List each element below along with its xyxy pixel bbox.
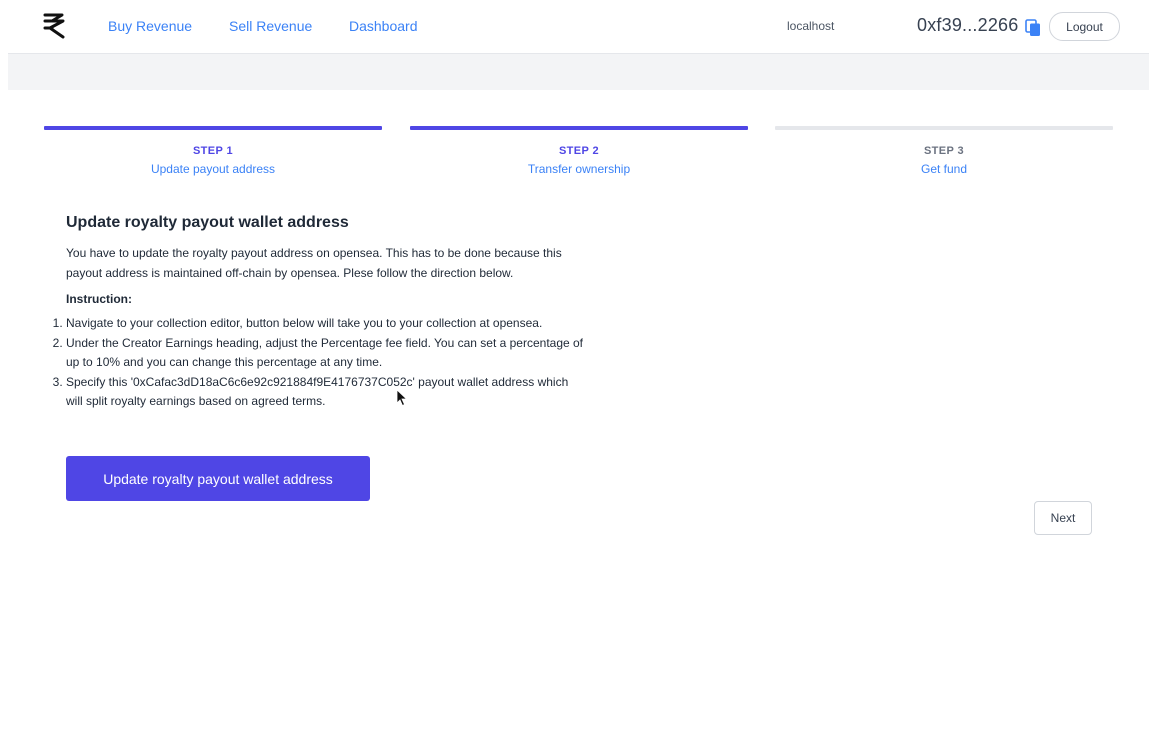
nav-sell-revenue[interactable]: Sell Revenue xyxy=(229,18,312,34)
step-1-title: Update payout address xyxy=(150,162,276,176)
instruction-item: Under the Creator Earnings heading, adju… xyxy=(66,334,586,373)
step-1-progress-bar xyxy=(44,126,382,130)
step-3-progress-bar xyxy=(775,126,1113,130)
step-2-number: STEP 2 xyxy=(558,145,600,157)
section-heading: Update royalty payout wallet address xyxy=(66,214,349,231)
step-1-number: STEP 1 xyxy=(192,145,234,157)
copy-icon[interactable] xyxy=(1025,19,1041,37)
instruction-list: Navigate to your collection editor, butt… xyxy=(52,314,586,412)
step-3[interactable]: STEP 3 Get fund xyxy=(775,126,1113,176)
nav-dashboard[interactable]: Dashboard xyxy=(349,18,418,34)
update-payout-address-button[interactable]: Update royalty payout wallet address xyxy=(66,456,370,501)
instruction-item: Navigate to your collection editor, butt… xyxy=(66,314,586,334)
logout-button[interactable]: Logout xyxy=(1049,12,1120,41)
step-2-progress-bar xyxy=(410,126,748,130)
wallet-address: 0xf39...2266 xyxy=(917,15,1019,35)
next-button[interactable]: Next xyxy=(1034,501,1092,535)
brand-logo-icon[interactable] xyxy=(42,12,68,40)
step-2[interactable]: STEP 2 Transfer ownership xyxy=(410,126,748,176)
nav-buy-revenue[interactable]: Buy Revenue xyxy=(108,18,192,34)
step-3-number: STEP 3 xyxy=(923,145,965,157)
instruction-item: Specify this '0xCafac3dD18aC6c6e92c92188… xyxy=(66,373,586,412)
step-2-title: Transfer ownership xyxy=(527,162,631,176)
step-3-title: Get fund xyxy=(920,162,968,176)
instruction-label: Instruction: xyxy=(66,292,132,306)
app-background: Buy Revenue Sell Revenue Dashboard local… xyxy=(8,0,1149,558)
wizard-card: STEP 1 Update payout address STEP 2 Tran… xyxy=(8,90,1149,558)
section-description: You have to update the royalty payout ad… xyxy=(66,246,562,280)
step-content: Update royalty payout wallet address You… xyxy=(66,214,586,412)
top-navbar: Buy Revenue Sell Revenue Dashboard local… xyxy=(8,0,1149,54)
step-1[interactable]: STEP 1 Update payout address xyxy=(44,126,382,176)
mouse-cursor-icon xyxy=(396,389,408,407)
host-label: localhost xyxy=(787,19,835,33)
